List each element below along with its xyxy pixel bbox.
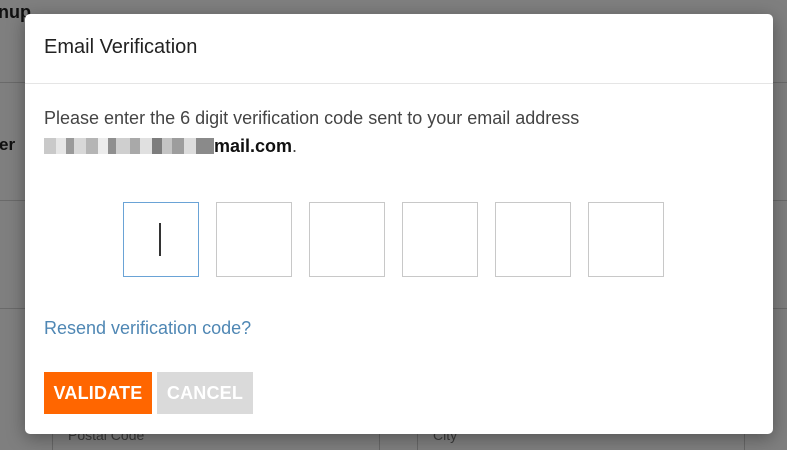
code-digit-input-3[interactable] xyxy=(309,202,385,277)
dialog-body: Please enter the 6 digit verification co… xyxy=(25,84,773,160)
cancel-button[interactable]: CANCEL xyxy=(157,372,253,414)
code-digit-input-4[interactable] xyxy=(402,202,478,277)
email-domain: mail.com xyxy=(214,136,293,156)
verification-message: Please enter the 6 digit verification co… xyxy=(44,104,744,160)
code-digit-input-2[interactable] xyxy=(216,202,292,277)
code-digit-input-6[interactable] xyxy=(588,202,664,277)
masked-email-username xyxy=(44,138,214,154)
code-digit-input-5[interactable] xyxy=(495,202,571,277)
message-text: Please enter the 6 digit verification co… xyxy=(44,108,580,128)
code-digit-input-1[interactable] xyxy=(123,202,199,277)
validate-button[interactable]: VALIDATE xyxy=(44,372,152,414)
resend-code-link[interactable]: Resend verification code? xyxy=(44,318,251,339)
dialog-header: Email Verification xyxy=(25,14,773,84)
message-suffix: . xyxy=(292,136,298,156)
dialog-title: Email Verification xyxy=(44,36,198,58)
verification-code-inputs xyxy=(123,202,664,277)
email-verification-dialog: Email Verification Please enter the 6 di… xyxy=(25,14,773,434)
